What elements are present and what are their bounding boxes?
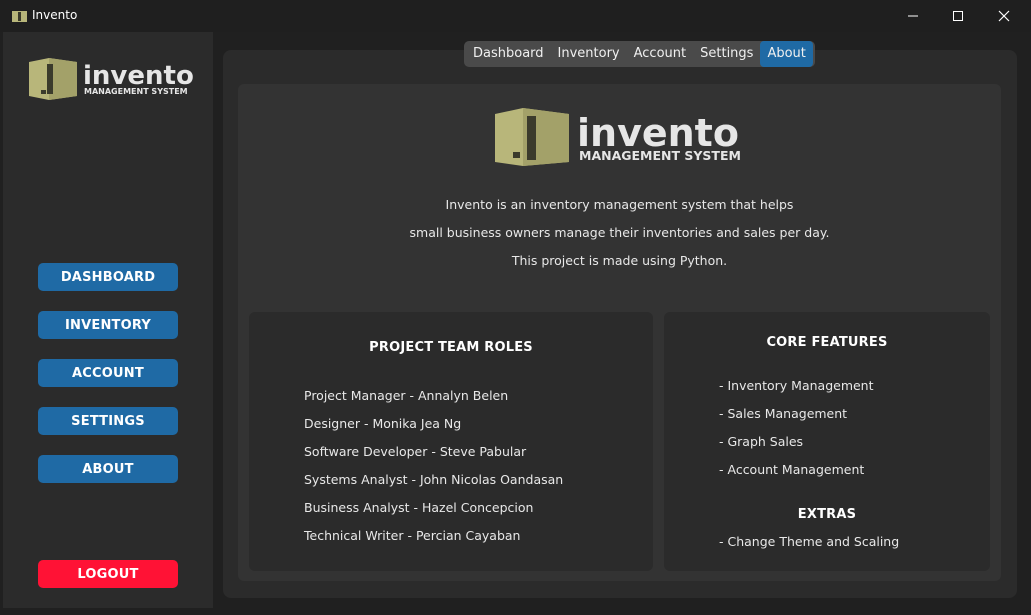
- maximize-button[interactable]: [935, 0, 981, 32]
- sidebar-about-button[interactable]: ABOUT: [38, 455, 178, 483]
- team-member: Project Manager - Annalyn Belen: [304, 388, 509, 403]
- svg-text:MANAGEMENT SYSTEM: MANAGEMENT SYSTEM: [84, 87, 188, 96]
- feature-item: - Inventory Management: [719, 378, 874, 393]
- close-icon: [998, 10, 1010, 22]
- team-member: Designer - Monika Jea Ng: [304, 416, 462, 431]
- tab-dashboard[interactable]: Dashboard: [466, 41, 551, 67]
- team-member: Software Developer - Steve Pabular: [304, 444, 527, 459]
- tab-account[interactable]: Account: [627, 41, 694, 67]
- extra-item: - Change Theme and Scaling: [719, 534, 900, 549]
- core-features-title: CORE FEATURES: [766, 335, 888, 350]
- team-roles-title: PROJECT TEAM ROLES: [369, 340, 533, 355]
- svg-text:MANAGEMENT SYSTEM: MANAGEMENT SYSTEM: [579, 148, 741, 163]
- feature-item: - Sales Management: [719, 406, 848, 421]
- team-member: Technical Writer - Percian Cayaban: [304, 528, 521, 543]
- tab-settings[interactable]: Settings: [693, 41, 760, 67]
- tab-inventory[interactable]: Inventory: [551, 41, 627, 67]
- about-logo: invento MANAGEMENT SYSTEM: [495, 108, 741, 166]
- about-description-line-3: This project is made using Python.: [511, 253, 728, 268]
- feature-item: - Graph Sales: [719, 434, 804, 449]
- tab-bar: Dashboard Inventory Account Settings Abo…: [464, 41, 815, 67]
- minimize-button[interactable]: [890, 0, 936, 32]
- app-icon: [12, 11, 27, 22]
- minimize-icon: [908, 15, 918, 17]
- app-window: Invento invento MANAGEMENT SYSTEM DASHBO…: [0, 0, 1031, 615]
- about-description-line-1: Invento is an inventory management syste…: [445, 197, 794, 212]
- sidebar: invento MANAGEMENT SYSTEM DASHBOARD INVE…: [3, 32, 213, 608]
- about-description-line-2: small business owners manage their inven…: [409, 225, 830, 240]
- close-button[interactable]: [981, 0, 1027, 32]
- sidebar-account-button[interactable]: ACCOUNT: [38, 359, 178, 387]
- sidebar-logo: invento MANAGEMENT SYSTEM: [29, 58, 194, 100]
- sidebar-inventory-button[interactable]: INVENTORY: [38, 311, 178, 339]
- logout-button[interactable]: LOGOUT: [38, 560, 178, 588]
- sidebar-dashboard-button[interactable]: DASHBOARD: [38, 263, 178, 291]
- team-member: Systems Analyst - John Nicolas Oandasan: [304, 472, 564, 487]
- team-member: Business Analyst - Hazel Concepcion: [304, 500, 534, 515]
- core-features-panel: [664, 312, 990, 571]
- sidebar-settings-button[interactable]: SETTINGS: [38, 407, 178, 435]
- tab-about[interactable]: About: [760, 41, 813, 67]
- extras-title: EXTRAS: [797, 507, 857, 522]
- window-title: Invento: [32, 8, 78, 22]
- title-bar: Invento: [0, 0, 1031, 32]
- feature-item: - Account Management: [719, 462, 865, 477]
- maximize-icon: [953, 11, 963, 21]
